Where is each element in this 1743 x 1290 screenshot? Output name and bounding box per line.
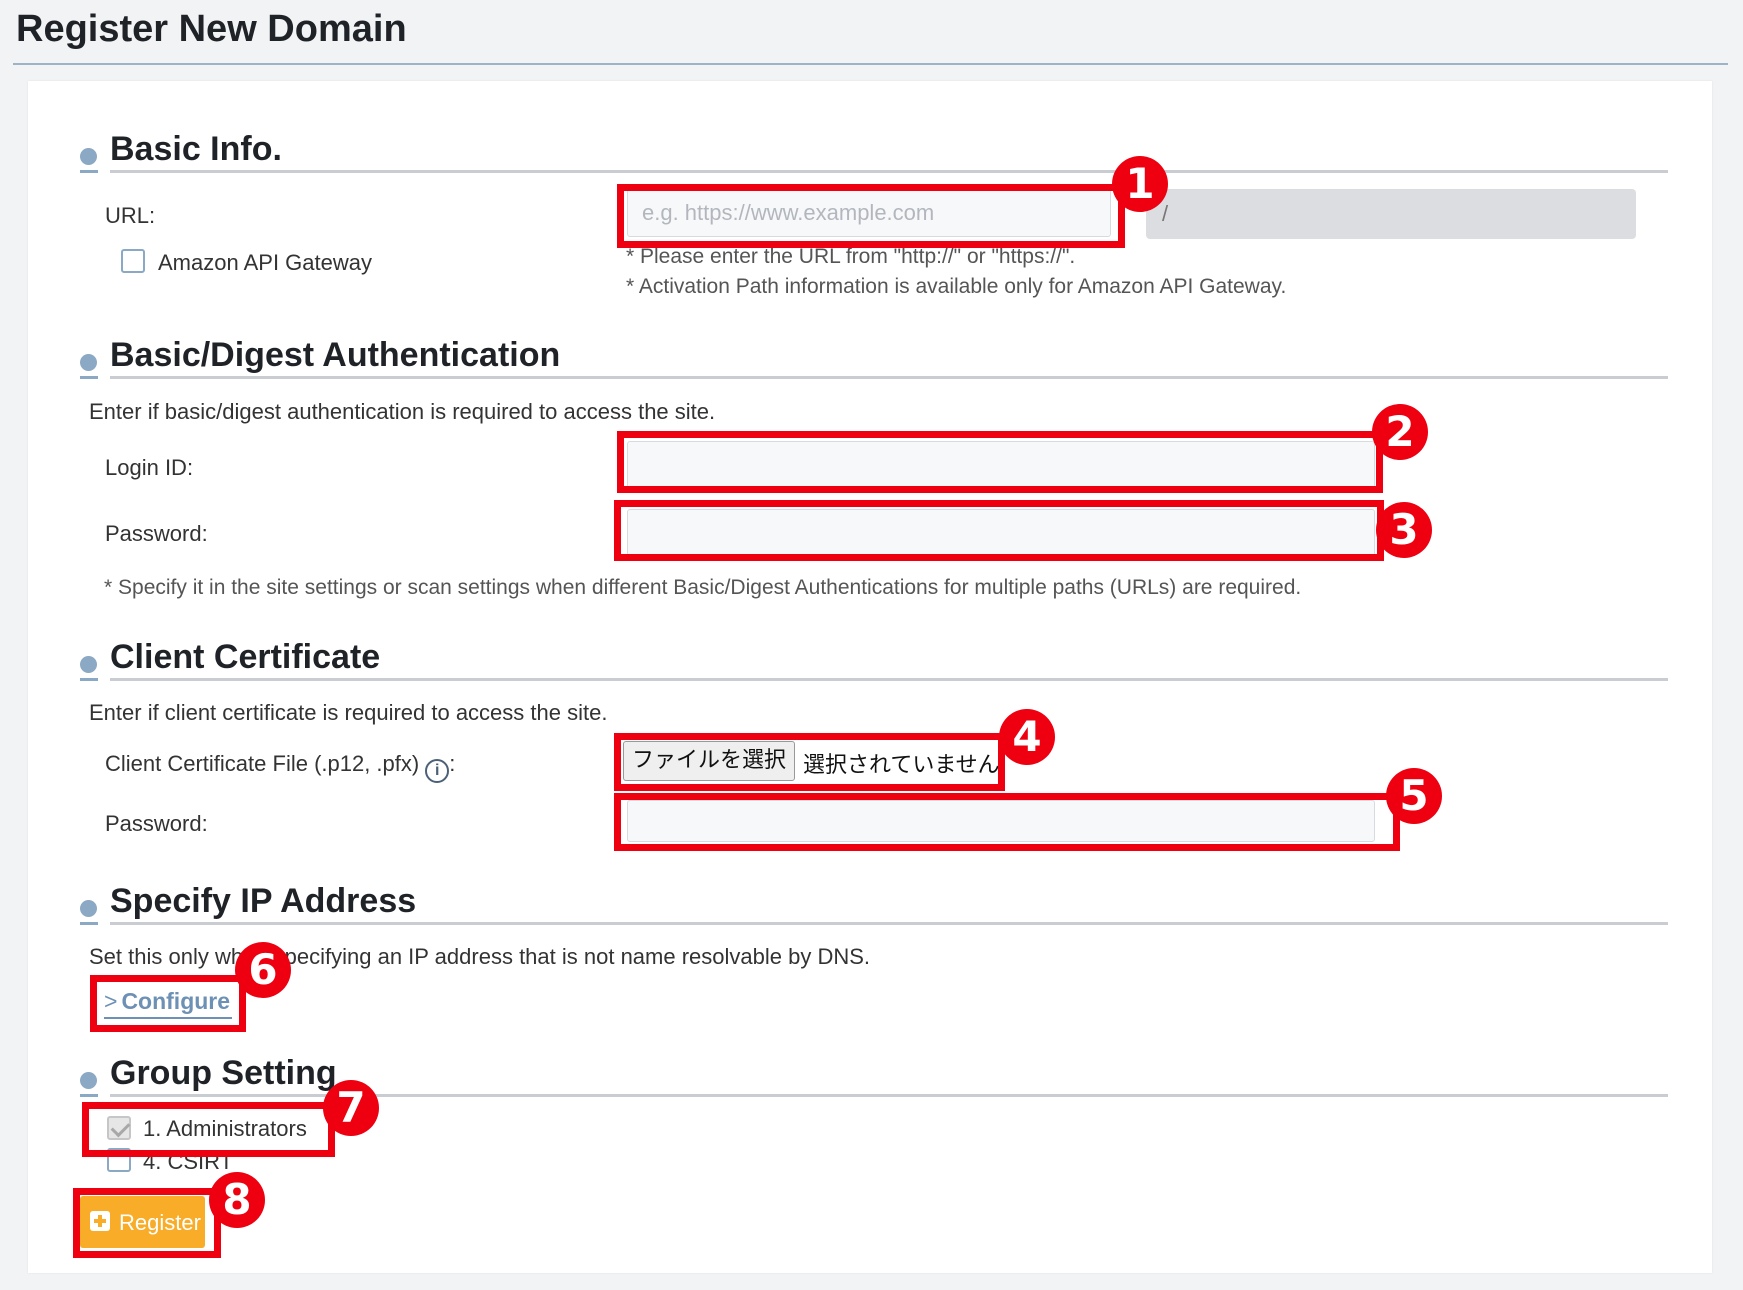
section-basic-info: Basic Info.	[80, 128, 1668, 176]
callout-box-register	[73, 1188, 221, 1258]
callout-box-cert-password	[614, 793, 1400, 851]
cert-password-label: Password:	[105, 811, 208, 836]
path-prefix: /	[1162, 201, 1169, 226]
bullet-icon	[80, 354, 97, 371]
callout-box-administrators	[82, 1102, 335, 1157]
section-divider	[110, 376, 1668, 379]
callout-box-configure	[90, 975, 246, 1032]
bullet-icon	[80, 1072, 97, 1089]
callout-badge-5: 5	[1386, 768, 1442, 824]
api-gateway-note: * Activation Path information is availab…	[626, 275, 1287, 298]
callout-badge-8: 8	[209, 1172, 265, 1228]
section-divider	[110, 170, 1668, 173]
callout-badge-2: 2	[1372, 404, 1428, 460]
activation-path-field: /	[1146, 189, 1636, 239]
section-groups: Group Setting	[80, 1052, 1668, 1100]
callout-badge-1: 1	[1112, 156, 1168, 212]
page-title: Register New Domain	[16, 8, 407, 50]
callout-box-login-id	[617, 431, 1383, 493]
title-divider	[13, 63, 1728, 65]
callout-badge-4: 4	[999, 709, 1055, 765]
callout-box-url	[617, 184, 1125, 248]
url-note: * Please enter the URL from "http://" or…	[626, 245, 1076, 268]
login-id-label: Login ID:	[105, 455, 194, 480]
ip-description: Set this only when specifying an IP addr…	[89, 944, 871, 969]
cert-description: Enter if client certificate is required …	[89, 700, 608, 725]
section-divider	[110, 922, 1668, 925]
auth-note: * Specify it in the site settings or sca…	[104, 576, 1302, 599]
info-icon[interactable]: i	[425, 759, 450, 783]
bullet-icon	[80, 900, 97, 917]
section-title: Basic Info.	[110, 130, 282, 168]
api-gateway-checkbox[interactable]	[121, 249, 145, 273]
section-title: Group Setting	[110, 1054, 337, 1092]
bullet-icon	[80, 148, 97, 165]
callout-box-file-picker	[614, 733, 1005, 791]
section-ip: Specify IP Address	[80, 880, 1668, 928]
section-title: Basic/Digest Authentication	[110, 336, 561, 374]
section-title: Client Certificate	[110, 638, 381, 676]
auth-description: Enter if basic/digest authentication is …	[89, 399, 716, 424]
callout-box-auth-password	[614, 500, 1384, 561]
cert-file-label-row: Client Certificate File (.p12, .pfx) i:	[105, 751, 455, 783]
url-label: URL:	[105, 203, 156, 228]
callout-badge-7: 7	[323, 1080, 379, 1136]
api-gateway-label: Amazon API Gateway	[158, 250, 372, 275]
auth-password-label: Password:	[105, 521, 208, 546]
bullet-icon	[80, 656, 97, 673]
section-auth: Basic/Digest Authentication	[80, 334, 1668, 382]
section-title: Specify IP Address	[110, 882, 417, 920]
callout-badge-6: 6	[235, 942, 291, 998]
cert-file-label: Client Certificate File (.p12, .pfx)	[105, 751, 420, 776]
section-client-cert: Client Certificate	[80, 636, 1668, 684]
section-divider	[110, 678, 1668, 681]
callout-badge-3: 3	[1376, 502, 1432, 558]
